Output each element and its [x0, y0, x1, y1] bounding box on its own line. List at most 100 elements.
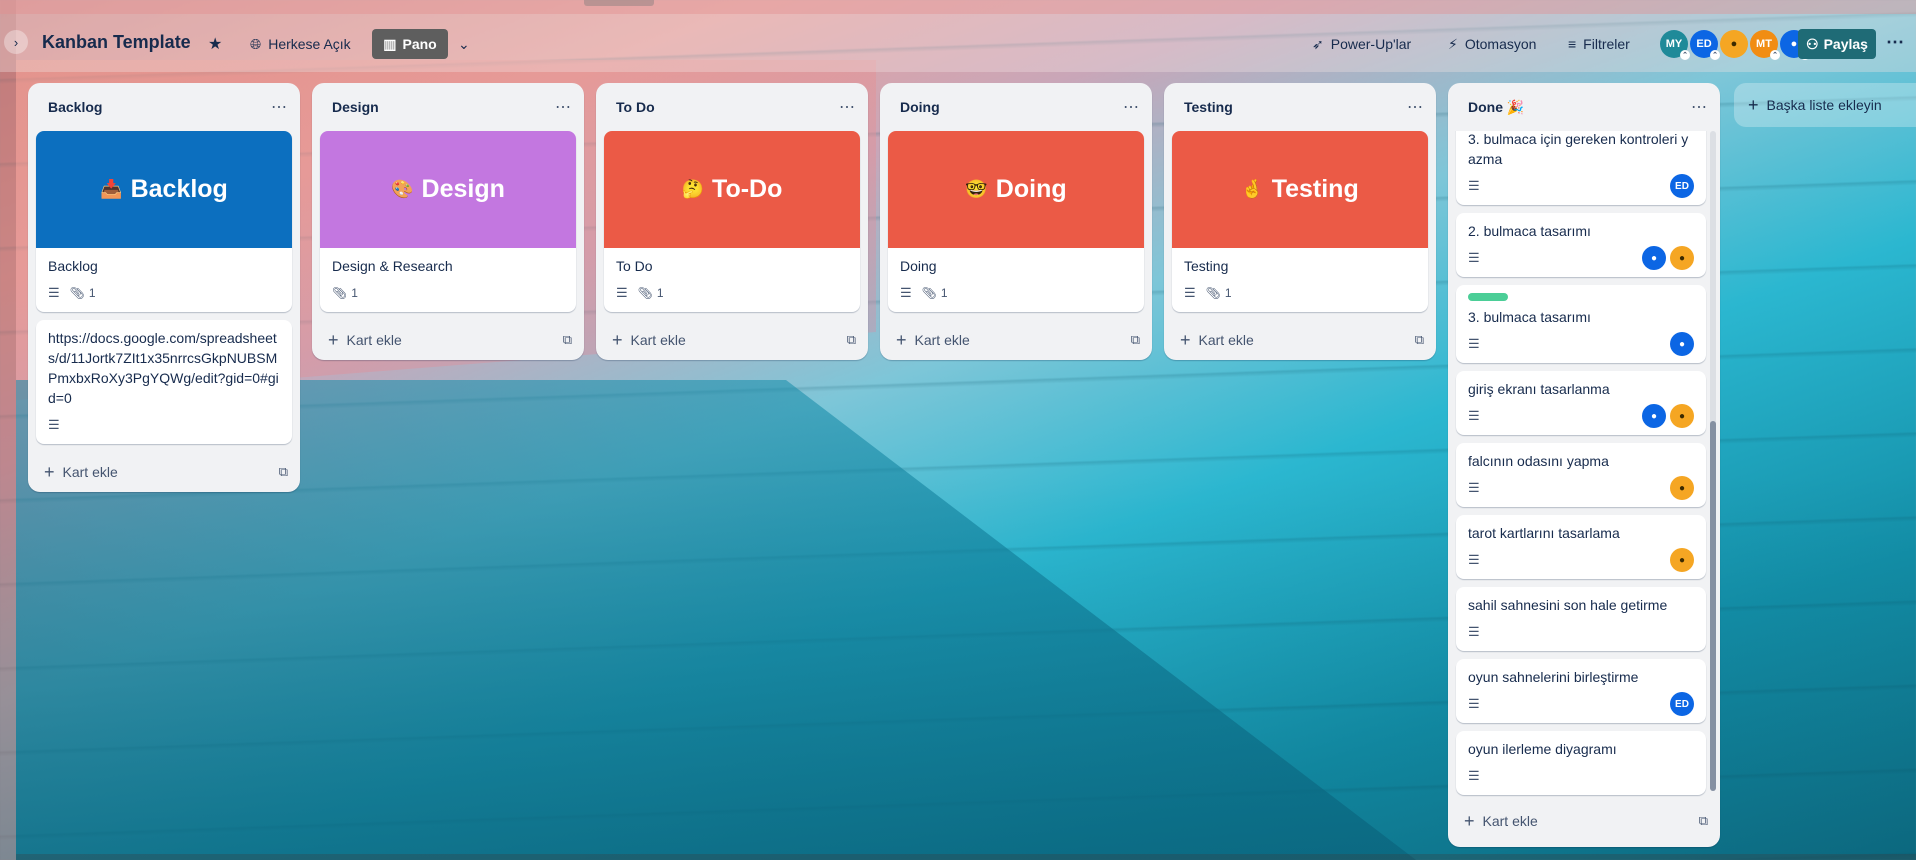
add-list-button[interactable]: + Başka liste ekleyin — [1734, 83, 1916, 127]
list-card[interactable]: 3. bulmaca tasarımı ☰ ● — [1456, 285, 1706, 363]
list-menu-icon[interactable]: ⋯ — [839, 97, 856, 117]
card-title: Doing — [900, 258, 937, 274]
description-icon: ☰ — [900, 285, 912, 300]
list-card[interactable]: giriş ekranı tasarlanma ☰ ● ● — [1456, 371, 1706, 435]
card-template-icon[interactable]: ⧉ — [279, 464, 288, 480]
top-tab-handle — [584, 0, 654, 6]
person-icon[interactable]: ● — [1642, 404, 1666, 428]
add-card-button[interactable]: + Kart ekle — [612, 330, 686, 351]
done-cards-scroll[interactable]: 3. bulmaca için gereken kontroleri yazma… — [1448, 131, 1720, 801]
list-card[interactable]: oyun sahnelerini birleştirme ☰ ED — [1456, 659, 1706, 723]
list-card[interactable]: 3. bulmaca için gereken kontroleri yazma… — [1456, 131, 1706, 205]
list-menu-icon[interactable]: ⋯ — [1407, 97, 1424, 117]
card-title: falcının odasını yapma — [1468, 453, 1609, 469]
add-card-button[interactable]: + Kart ekle — [1464, 811, 1538, 832]
scrollbar-thumb[interactable] — [1710, 421, 1716, 791]
horizontal-scrollbar[interactable] — [16, 854, 1916, 860]
list-card[interactable]: tarot kartlarını tasarlama ☰ ● — [1456, 515, 1706, 579]
list-card[interactable]: 2. bulmaca tasarımı ☰ ● ● — [1456, 213, 1706, 277]
views-dropdown-button[interactable]: ⌄ — [458, 30, 470, 58]
filters-button[interactable]: ≡ Filtreler — [1568, 30, 1630, 58]
plus-icon: + — [1748, 94, 1759, 115]
card-label-green[interactable] — [1468, 293, 1508, 301]
attachment-badge: 📎︎ 1 — [332, 286, 358, 300]
star-icon[interactable]: ★ — [208, 30, 222, 58]
list-card[interactable]: 🤔 To-Do To Do ☰ 📎︎ 1 — [604, 131, 860, 312]
list-title[interactable]: Backlog — [48, 99, 102, 115]
list-card[interactable]: 🎨 Design Design & Research 📎︎ 1 — [320, 131, 576, 312]
list-card[interactable]: 🤓 Doing Doing ☰ 📎︎ 1 — [888, 131, 1144, 312]
board-title[interactable]: Kanban Template — [42, 32, 191, 53]
plus-icon: + — [1180, 329, 1191, 350]
chevron-down-icon: ⌄ — [458, 35, 470, 52]
avatar[interactable]: ED ⌃ — [1690, 30, 1720, 60]
add-card-label: Kart ekle — [914, 332, 970, 348]
person-icon: ● — [1790, 38, 1798, 50]
list-title[interactable]: Doing — [900, 99, 940, 115]
visibility-button[interactable]: 🌐︎ Herkese Açık — [250, 30, 351, 58]
person-icon[interactable]: ● — [1670, 246, 1694, 270]
plus-icon: + — [44, 461, 55, 482]
attachment-badge: 📎︎ 1 — [1205, 286, 1232, 300]
card-cover-text: Backlog — [130, 175, 228, 203]
card-cover: 🤞 Testing — [1172, 131, 1428, 248]
avatar[interactable]: MY ⌃ — [1660, 30, 1690, 60]
add-card-button[interactable]: + Kart ekle — [1180, 330, 1254, 351]
list-card[interactable]: 🤞 Testing Testing ☰ 📎︎ 1 — [1172, 131, 1428, 312]
card-template-icon[interactable]: ⧉ — [1415, 332, 1424, 348]
card-template-icon[interactable]: ⧉ — [563, 332, 572, 348]
list-menu-icon[interactable]: ⋯ — [1123, 97, 1140, 117]
avatar[interactable]: ● — [1720, 30, 1748, 58]
person-icon[interactable]: ● — [1670, 404, 1694, 428]
list-menu-icon[interactable]: ⋯ — [555, 97, 572, 117]
browser-top-strip — [0, 0, 1916, 14]
list-title[interactable]: Testing — [1184, 99, 1233, 115]
card-title: 3. bulmaca için gereken kontroleri yazma — [1468, 131, 1689, 167]
add-card-label: Kart ekle — [62, 464, 118, 480]
powerups-button[interactable]: ➶ Power-Up'lar — [1312, 30, 1411, 58]
board-view-label: Pano — [402, 36, 437, 52]
add-card-button[interactable]: + Kart ekle — [896, 330, 970, 351]
admin-icon: ⌃ — [1680, 50, 1690, 60]
attachment-badge: 📎︎ 1 — [637, 286, 664, 300]
member-avatar[interactable]: ED — [1670, 692, 1694, 716]
list-menu-icon[interactable]: ⋯ — [271, 97, 288, 117]
list-card[interactable]: oyun ilerleme diyagramı ☰ — [1456, 731, 1706, 795]
card-cover-emoji: 🤓 — [965, 179, 988, 199]
expand-sidebar-button[interactable]: › — [4, 30, 28, 54]
list-card[interactable]: falcının odasını yapma ☰ ● — [1456, 443, 1706, 507]
description-icon: ☰ — [1468, 178, 1480, 193]
share-button[interactable]: ⚇ Paylaş — [1798, 29, 1876, 59]
person-icon[interactable]: ● — [1670, 476, 1694, 500]
list-title[interactable]: Design — [332, 99, 379, 115]
description-icon: ☰ — [48, 417, 60, 432]
board-header: › Kanban Template ★ 🌐︎ Herkese Açık ▥ Pa… — [0, 14, 1916, 72]
list-card[interactable]: https://docs.google.com/spreadsheets/d/1… — [36, 320, 292, 444]
list-menu-icon[interactable]: ⋯ — [1691, 97, 1708, 117]
card-title: 2. bulmaca tasarımı — [1468, 223, 1591, 239]
person-icon[interactable]: ● — [1670, 548, 1694, 572]
person-icon[interactable]: ● — [1642, 246, 1666, 270]
card-title: Backlog — [48, 258, 98, 274]
visibility-label: Herkese Açık — [268, 36, 351, 52]
board-view-button[interactable]: ▥ Pano — [372, 29, 448, 59]
card-cover-text: Testing — [1271, 175, 1359, 203]
description-icon: ☰ — [1468, 480, 1480, 495]
avatar[interactable]: MT ⌃ — [1750, 30, 1780, 60]
add-card-label: Kart ekle — [630, 332, 686, 348]
card-template-icon[interactable]: ⧉ — [847, 332, 856, 348]
add-card-button[interactable]: + Kart ekle — [328, 330, 402, 351]
member-avatar[interactable]: ED — [1670, 174, 1694, 198]
sidebar-rail[interactable] — [0, 0, 16, 860]
card-template-icon[interactable]: ⧉ — [1699, 813, 1708, 829]
more-menu-icon[interactable]: ⋯ — [1886, 32, 1904, 53]
automation-button[interactable]: ⚡︎ Otomasyon — [1448, 30, 1536, 58]
person-icon[interactable]: ● — [1670, 332, 1694, 356]
list-card[interactable]: sahil sahnesini son hale getirme ☰ — [1456, 587, 1706, 651]
list-title[interactable]: To Do — [616, 99, 655, 115]
card-template-icon[interactable]: ⧉ — [1131, 332, 1140, 348]
add-card-button[interactable]: + Kart ekle — [44, 462, 118, 483]
list-title[interactable]: Done 🎉 — [1468, 99, 1524, 116]
list-scrollbar[interactable] — [1710, 131, 1716, 791]
list-card[interactable]: 📥 Backlog Backlog ☰ 📎︎ 1 — [36, 131, 292, 312]
